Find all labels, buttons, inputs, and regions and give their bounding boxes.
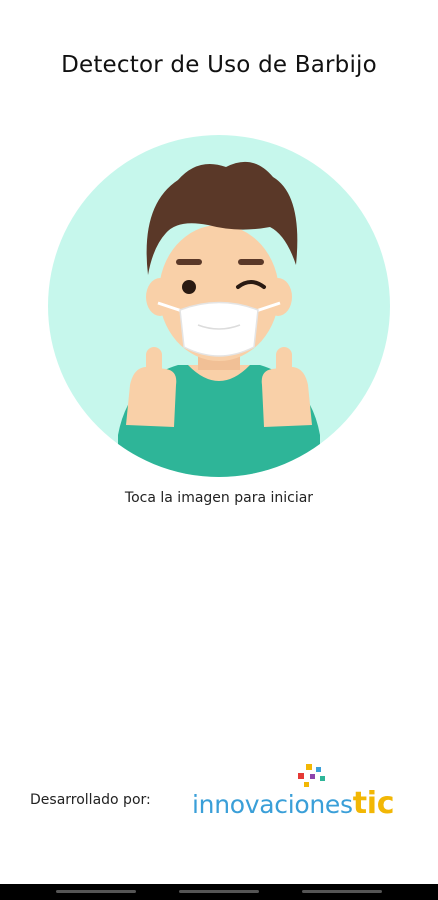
page-title: Detector de Uso de Barbijo [61, 52, 377, 78]
start-hint: Toca la imagen para iniciar [124, 490, 314, 506]
logo-text-innovaciones: innovaciones [192, 790, 353, 819]
nav-back[interactable] [56, 890, 136, 893]
innovacionestic-logo: innovacionestic [192, 764, 418, 824]
nav-recents[interactable] [302, 890, 382, 893]
nav-home[interactable] [179, 890, 259, 893]
system-nav-bar [0, 884, 438, 900]
start-illustration[interactable] [48, 135, 390, 477]
logo-text-tic: tic [352, 786, 395, 821]
developed-by-label: Desarrollado por: [30, 792, 151, 808]
